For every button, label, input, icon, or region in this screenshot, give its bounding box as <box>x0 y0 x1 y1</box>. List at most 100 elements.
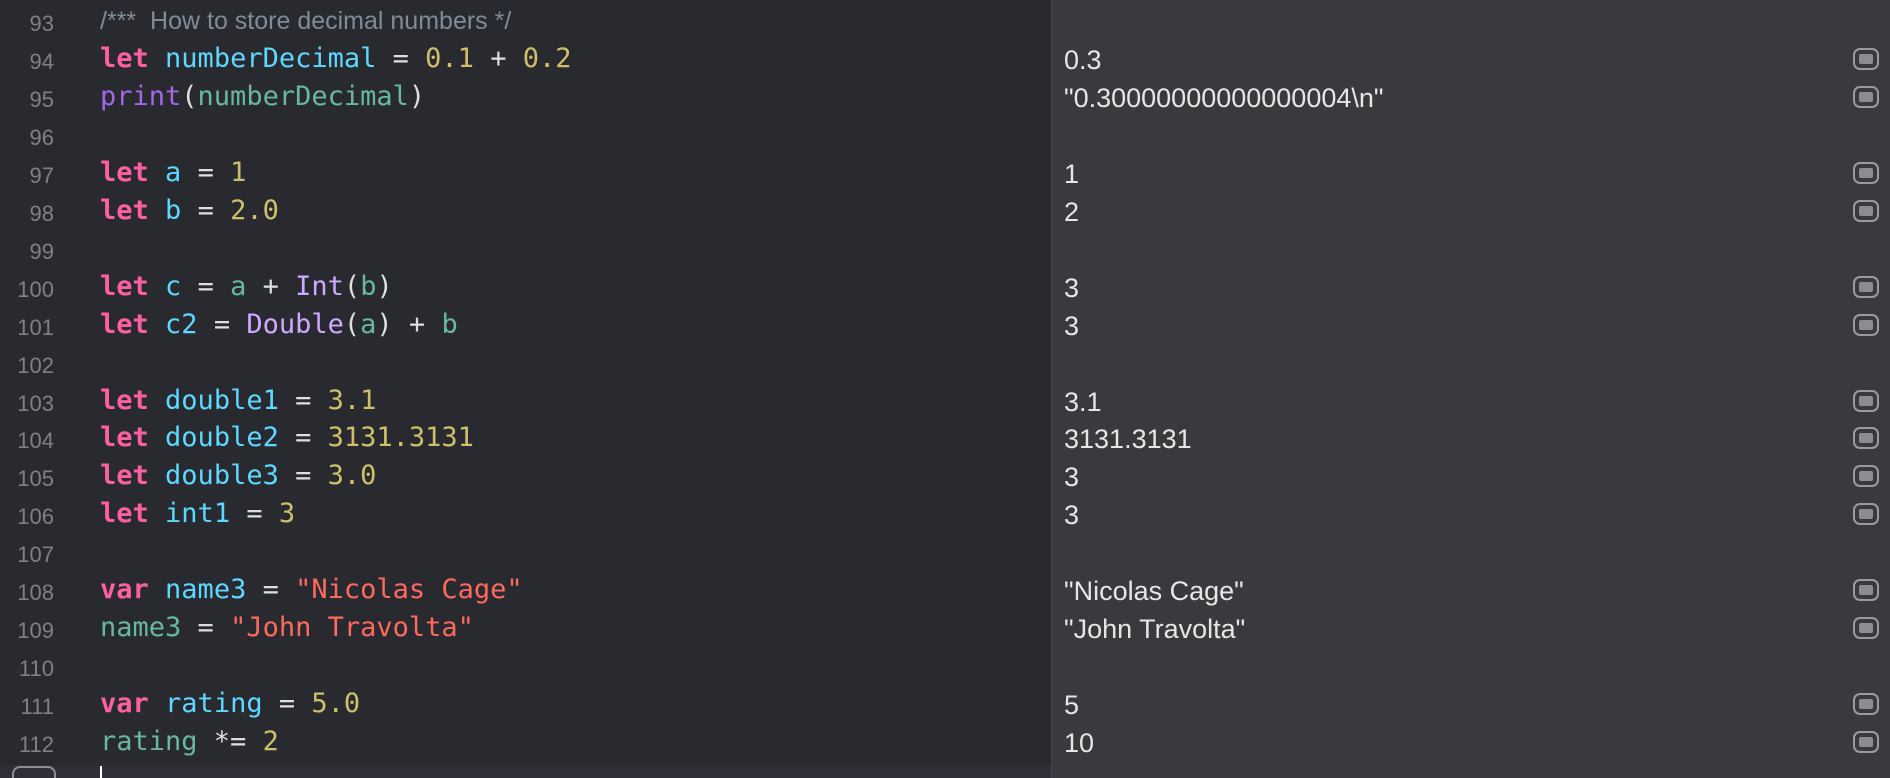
line-number: 111 <box>20 694 54 720</box>
code-token: let <box>100 384 149 416</box>
code-line[interactable]: 101 let c2 = Double(a) + b <box>0 306 1051 344</box>
quick-look-icon[interactable] <box>1853 85 1879 108</box>
result-row <box>1052 533 1890 571</box>
code-line[interactable]: 98 let b = 2.0 <box>0 192 1051 230</box>
code-line[interactable]: 104 let double2 = 3131.3131 <box>0 419 1051 457</box>
code-token: How to store decimal numbers */ <box>143 7 512 35</box>
quick-look-icon[interactable] <box>1853 731 1879 754</box>
code-token: "Nicolas Cage" <box>295 574 523 606</box>
code-text[interactable]: name3 = "John Travolta" <box>100 613 474 643</box>
result-value: 10 <box>1064 728 1095 759</box>
code-token: double3 <box>165 460 279 492</box>
quick-look-icon[interactable] <box>1853 199 1879 222</box>
code-text[interactable]: print(numberDecimal) <box>100 80 426 112</box>
code-line[interactable]: 93 /*** How to store decimal numbers */ <box>0 2 1051 40</box>
code-token: + <box>246 270 296 302</box>
code-text[interactable]: let c = a + Int(b) <box>100 270 393 302</box>
result-row: 3 <box>1052 457 1890 495</box>
code-token: b <box>165 194 182 226</box>
code-token: ( <box>181 80 198 112</box>
result-row: 3.1 <box>1052 382 1890 420</box>
code-token: 3131.3131 <box>327 422 474 454</box>
code-line[interactable]: 94 let numberDecimal = 0.1 + 0.2 <box>0 40 1051 78</box>
code-text[interactable]: let int1 = 3 <box>100 499 295 529</box>
quick-look-icon[interactable] <box>1853 427 1879 450</box>
code-text[interactable]: let c2 = Double(a) + b <box>100 308 458 340</box>
code-line[interactable]: 109 name3 = "John Travolta" <box>0 609 1051 647</box>
code-token: ) + <box>376 308 442 340</box>
code-token: 3 <box>278 498 296 530</box>
line-number: 109 <box>17 618 54 644</box>
code-line[interactable]: 105 let double3 = 3.0 <box>0 457 1051 495</box>
code-token: rating <box>100 726 198 758</box>
code-token: a <box>230 270 247 302</box>
code-token: Int <box>295 270 344 302</box>
code-text[interactable]: let double3 = 3.0 <box>100 461 376 491</box>
code-line[interactable]: 107 <box>0 533 1051 571</box>
playground-window: 93 /*** How to store decimal numbers */ 94… <box>0 0 1890 778</box>
code-token: let <box>100 42 149 74</box>
code-token: *= <box>197 726 263 758</box>
quick-look-icon[interactable] <box>1853 275 1879 298</box>
code-text[interactable]: let a = 1 <box>100 156 247 188</box>
code-token: rating <box>165 688 263 720</box>
quick-look-icon[interactable] <box>1853 389 1879 412</box>
code-editor[interactable]: 93 /*** How to store decimal numbers */ 94… <box>0 0 1051 778</box>
code-text[interactable]: var rating = 5.0 <box>100 689 360 719</box>
run-line-button[interactable] <box>12 766 56 778</box>
code-text[interactable]: let double1 = 3.1 <box>100 384 376 416</box>
line-number: 110 <box>18 656 54 682</box>
quick-look-icon[interactable] <box>1853 161 1879 184</box>
code-line[interactable]: 97 let a = 1 <box>0 154 1051 192</box>
code-text[interactable]: let double2 = 3131.3131 <box>100 423 474 453</box>
code-line[interactable]: 112 rating *= 2 <box>0 723 1051 761</box>
code-token: = <box>181 612 231 644</box>
line-number: 104 <box>17 428 54 454</box>
code-token: ) <box>408 80 426 112</box>
quick-look-icon[interactable] <box>1853 47 1879 70</box>
code-token: let <box>100 460 149 492</box>
code-token: = <box>181 156 231 188</box>
quick-look-icon[interactable] <box>1853 313 1879 336</box>
current-line-highlight <box>0 765 1051 778</box>
line-number: 94 <box>29 48 54 74</box>
quick-look-icon[interactable] <box>1853 465 1879 488</box>
code-text[interactable]: let numberDecimal = 0.1 + 0.2 <box>100 42 572 74</box>
quick-look-icon[interactable] <box>1853 503 1879 526</box>
code-line[interactable]: 103 let double1 = 3.1 <box>0 382 1051 420</box>
code-line[interactable]: 108 var name3 = "Nicolas Cage" <box>0 571 1051 609</box>
code-line[interactable]: 102 <box>0 344 1051 382</box>
line-number: 102 <box>17 352 54 378</box>
code-line[interactable]: 95 print(numberDecimal) <box>0 78 1051 116</box>
code-token: ( <box>343 308 361 340</box>
code-text[interactable]: /*** How to store decimal numbers */ <box>100 6 511 36</box>
code-text[interactable]: rating *= 2 <box>100 727 279 757</box>
code-token: = <box>181 270 231 302</box>
code-line[interactable]: 96 <box>0 116 1051 154</box>
code-token: b <box>441 308 458 340</box>
code-line[interactable]: 111 var rating = 5.0 <box>0 685 1051 723</box>
code-token: 2 <box>262 726 279 758</box>
line-number: 97 <box>29 162 54 188</box>
code-line[interactable]: 110 <box>0 647 1051 685</box>
code-token: = <box>246 574 296 606</box>
line-number: 103 <box>17 390 54 416</box>
code-line[interactable]: 99 <box>0 230 1051 268</box>
result-row: "0.30000000000000004\n" <box>1052 78 1890 116</box>
code-token: 1 <box>230 156 247 188</box>
line-number: 99 <box>29 238 54 264</box>
quick-look-icon[interactable] <box>1853 579 1879 602</box>
code-line[interactable]: 106 let int1 = 3 <box>0 495 1051 533</box>
result-row: 3131.3131 <box>1052 419 1890 457</box>
quick-look-icon[interactable] <box>1853 693 1879 716</box>
code-text[interactable]: var name3 = "Nicolas Cage" <box>100 575 523 605</box>
quick-look-icon[interactable] <box>1853 617 1879 640</box>
code-token: numberDecimal <box>165 42 377 74</box>
code-line[interactable]: 100 let c = a + Int(b) <box>0 268 1051 306</box>
result-value: 1 <box>1064 158 1080 189</box>
code-text[interactable]: let b = 2.0 <box>100 194 279 226</box>
result-value: 3.1 <box>1064 386 1102 417</box>
